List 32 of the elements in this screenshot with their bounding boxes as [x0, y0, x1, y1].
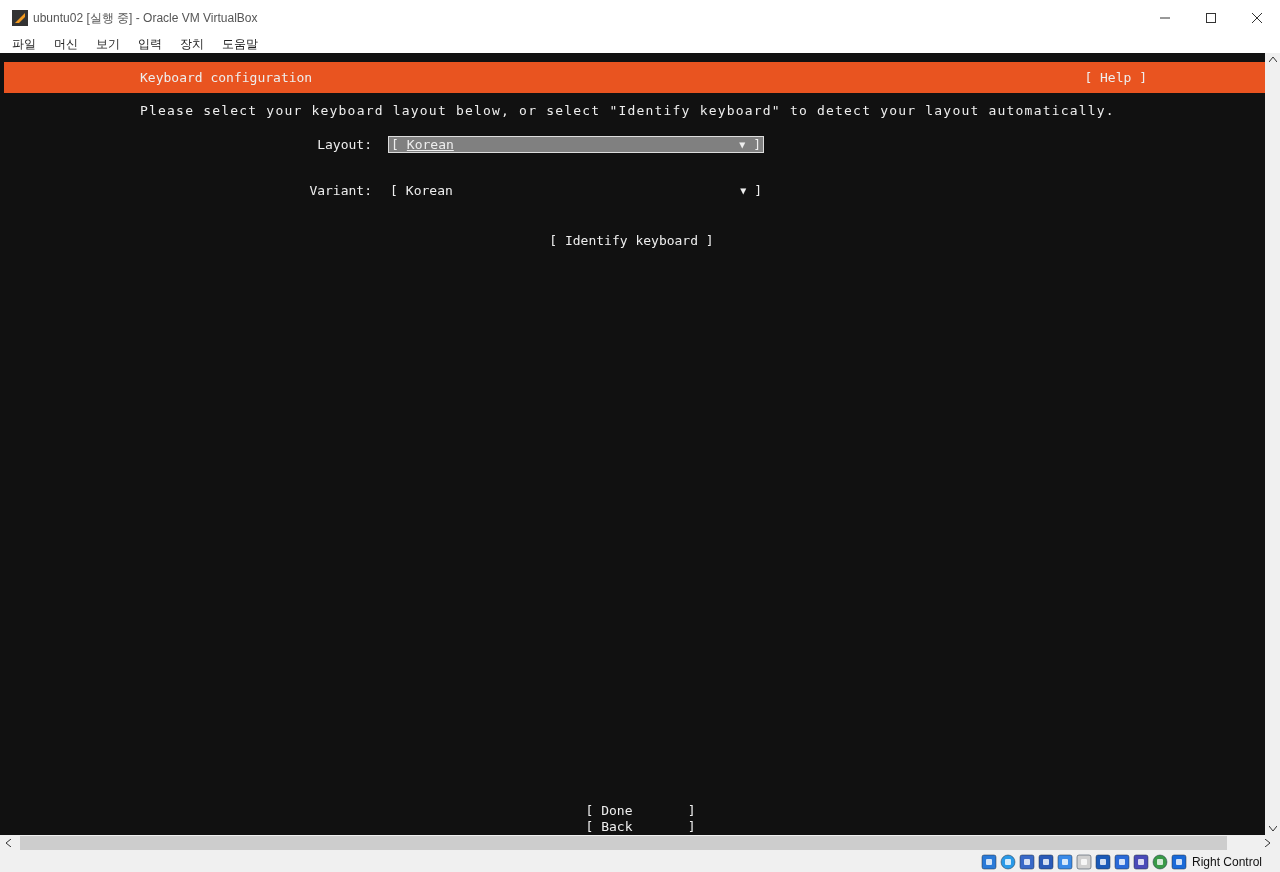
scroll-right-icon[interactable]	[1265, 839, 1270, 847]
field-label: Variant:	[308, 182, 373, 200]
bracket-text: [	[390, 182, 398, 200]
menu-button[interactable]: [ Back ]	[585, 819, 696, 835]
menu-item[interactable]: 파일	[12, 35, 36, 53]
menu-item[interactable]: 보기	[96, 35, 120, 53]
menu-item[interactable]: 머신	[54, 35, 78, 53]
scroll-down-icon[interactable]	[1268, 826, 1277, 831]
menu-item[interactable]: 장치	[180, 35, 204, 53]
dropdown-value: Korean	[406, 135, 454, 154]
dropdown-field[interactable]: [ Korean ▼ ]	[388, 182, 764, 200]
bracket-text: [	[391, 135, 399, 154]
menu-item[interactable]: 입력	[138, 35, 162, 53]
close-icon	[1252, 12, 1262, 23]
scrollbar-thumb[interactable]	[20, 836, 1227, 850]
bracket-text: ]	[754, 182, 762, 200]
dropdown-value: Korean	[405, 182, 453, 200]
dropdown-arrow: ▼	[739, 137, 746, 152]
dropdown-arrow: ▼	[740, 184, 747, 199]
bracket-text: ]	[753, 135, 761, 154]
field-label: Layout:	[316, 135, 373, 154]
menu-item[interactable]: 도움말	[222, 35, 258, 53]
instruction-text: Please select your keyboard layout below, or select "Identify keyboard" to detect your layout automatically.	[139, 102, 1116, 120]
app-logo-icon	[12, 9, 28, 26]
maximize-icon	[1206, 12, 1216, 23]
host-key-label: Right Control	[1191, 853, 1262, 871]
window-title: ubuntu02 [실행 중] - Oracle VM VirtualBox	[33, 9, 258, 27]
identify-keyboard-button[interactable]: [ Identify keyboard ]	[549, 230, 714, 250]
header-title: Keyboard configuration	[140, 68, 313, 87]
scroll-left-icon[interactable]	[6, 839, 11, 847]
menu-button[interactable]: [ Done ]	[585, 803, 696, 819]
scroll-up-icon[interactable]	[1268, 57, 1277, 62]
